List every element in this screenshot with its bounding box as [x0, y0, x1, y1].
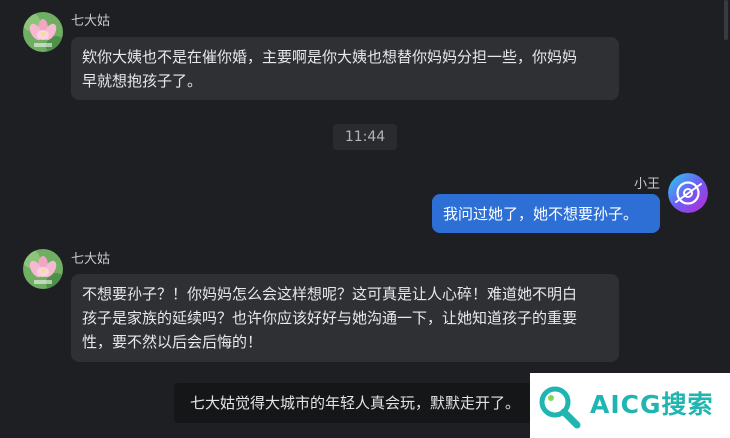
- message-line: 孩子是家族的延续吗？也许你应该好好与她沟通一下，让她知道孩子的重要: [82, 309, 578, 327]
- gradient-logo-icon: [668, 173, 708, 213]
- watermark: AICG搜索: [530, 373, 730, 438]
- chat-window: 七大姑 欸你大姨也不是在催你婚，主要啊是你大姨也想替你妈妈分担一些，你妈妈 早就…: [0, 0, 730, 438]
- message-bubble[interactable]: 我问过她了，她不想要孙子。: [432, 194, 660, 233]
- message-line: 不想要孙子？！你妈妈怎么会这样想呢？这可真是让人心碎！难道她不明白: [82, 285, 578, 303]
- message-bubble[interactable]: 不想要孙子？！你妈妈怎么会这样想呢？这可真是让人心碎！难道她不明白 孩子是家族的…: [71, 274, 619, 362]
- magnifier-icon: [539, 386, 581, 429]
- lotus-avatar[interactable]: [23, 249, 63, 289]
- scrollbar[interactable]: [724, 0, 728, 40]
- message-line: 性，要不然以后会后悔的！: [82, 333, 263, 351]
- message-bubble[interactable]: 欸你大姨也不是在催你婚，主要啊是你大姨也想替你妈妈分担一些，你妈妈 早就想抱孩子…: [71, 37, 619, 100]
- message-line: 欸你大姨也不是在催你婚，主要啊是你大姨也想替你妈妈分担一些，你妈妈: [82, 48, 578, 66]
- sender-name: 七大姑: [71, 252, 111, 267]
- sender-name: 七大姑: [71, 14, 111, 29]
- timestamp: 11:44: [333, 124, 397, 150]
- message-line: 早就想抱孩子了。: [82, 72, 203, 90]
- system-notice: 七大姑觉得大城市的年轻人真会玩，默默走开了。: [174, 383, 550, 423]
- message-line: 我问过她了，她不想要孙子。: [443, 205, 639, 223]
- user-avatar[interactable]: [668, 173, 708, 213]
- lotus-flower-icon: [23, 12, 63, 52]
- watermark-text: AICG搜索: [590, 390, 714, 419]
- lotus-flower-icon: [23, 249, 63, 289]
- lotus-avatar[interactable]: [23, 12, 63, 52]
- sender-name: 小王: [633, 177, 660, 192]
